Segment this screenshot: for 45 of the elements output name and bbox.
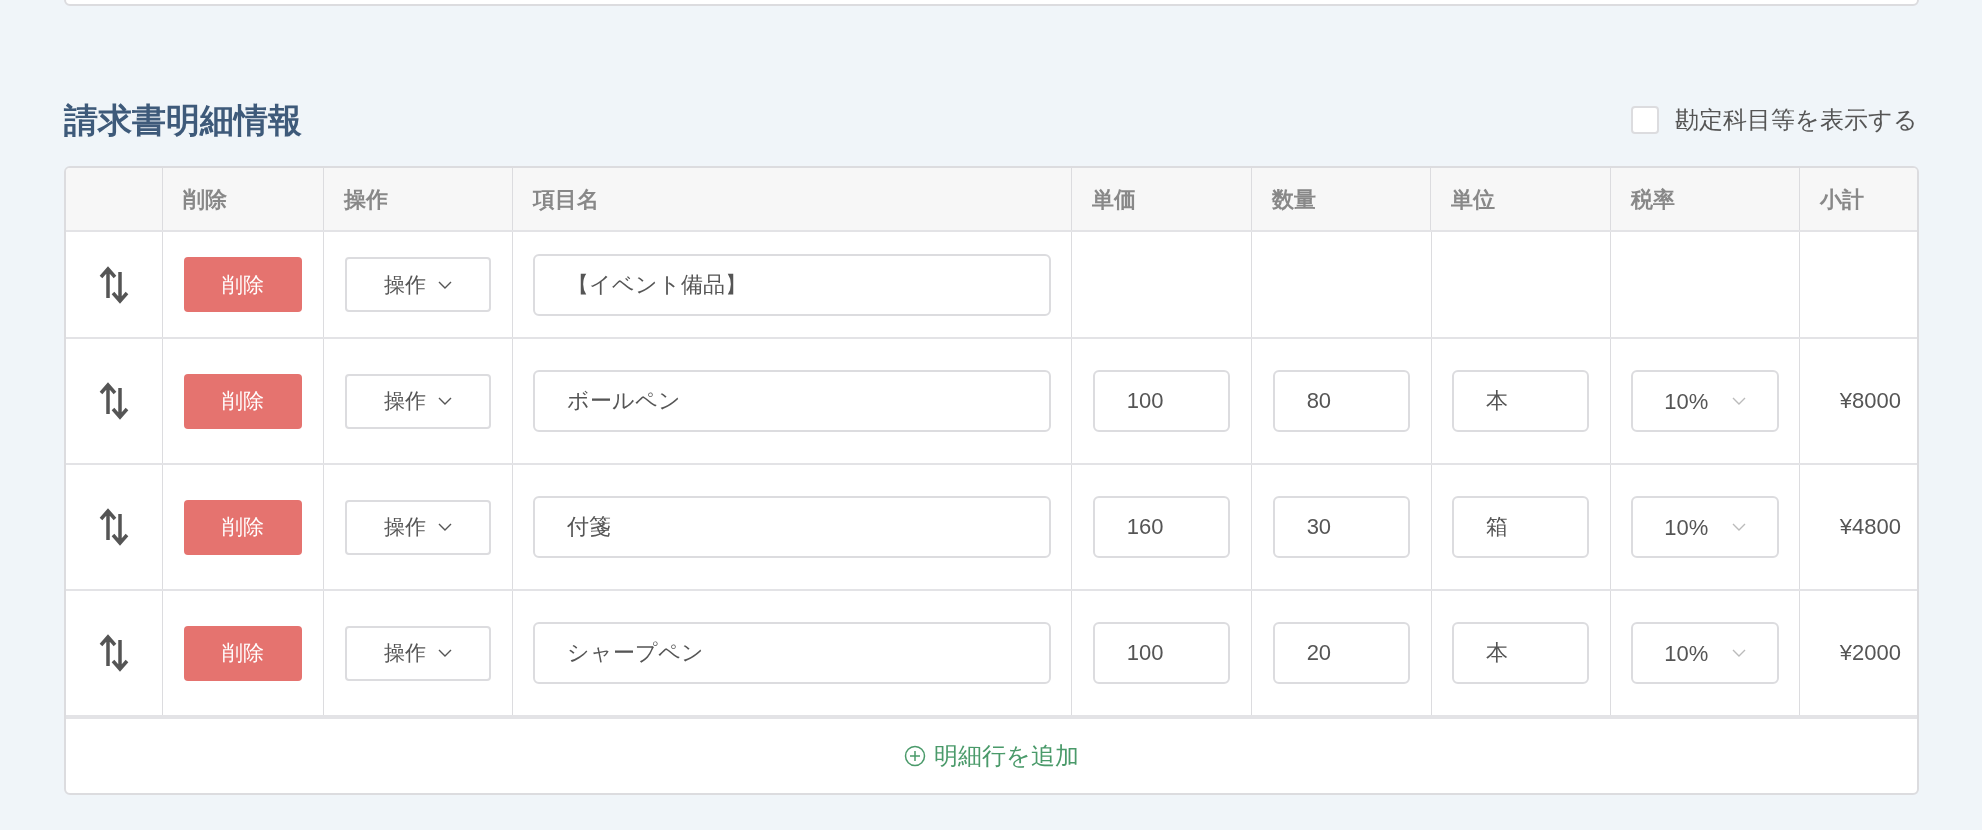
chevron-down-icon — [437, 649, 452, 657]
price-field[interactable]: 100 — [1092, 622, 1230, 684]
plus-circle-icon — [904, 745, 926, 767]
section-title: 請求書明細情報 — [64, 99, 302, 141]
action-dropdown[interactable]: 操作 — [344, 373, 491, 429]
tax-rate-dropdown[interactable]: 10% — [1631, 622, 1780, 684]
action-dropdown[interactable]: 操作 — [344, 625, 491, 681]
item-name-field[interactable]: 付箋 — [532, 496, 1051, 558]
chevron-down-icon — [1732, 523, 1747, 531]
unit-field[interactable]: 本 — [1452, 370, 1590, 432]
price-field[interactable]: 100 — [1092, 370, 1230, 432]
item-name-field[interactable]: ボールペン — [532, 370, 1051, 432]
checkbox-label: 勘定科目等を表示する — [1675, 105, 1918, 135]
quantity-field[interactable]: 80 — [1272, 370, 1410, 432]
unit-field[interactable]: 本 — [1452, 622, 1590, 684]
subtotal-text: ¥2000 — [1839, 639, 1901, 667]
column-header: 単位 — [1451, 185, 1496, 214]
chevron-down-icon — [437, 523, 452, 531]
item-name-field[interactable]: 【イベント備品】 — [532, 253, 1051, 316]
column-header: 削除 — [182, 185, 227, 214]
column-header: 操作 — [343, 185, 388, 214]
tax-rate-dropdown[interactable]: 10% — [1631, 496, 1780, 558]
column-header: 数量 — [1271, 185, 1316, 214]
quantity-field[interactable]: 20 — [1272, 622, 1410, 684]
tax-rate-dropdown[interactable]: 10% — [1631, 370, 1780, 432]
item-name-field[interactable]: シャープペン — [532, 622, 1051, 684]
reorder-arrows-icon[interactable] — [97, 632, 130, 674]
checkbox[interactable] — [1631, 106, 1659, 134]
column-header: 項目名 — [532, 185, 599, 214]
chevron-down-icon — [1732, 397, 1747, 405]
chevron-down-icon — [437, 397, 452, 405]
reorder-arrows-icon[interactable] — [97, 506, 130, 548]
subtotal-text: ¥8000 — [1839, 387, 1901, 415]
action-dropdown[interactable]: 操作 — [344, 257, 491, 312]
price-field[interactable]: 160 — [1092, 496, 1230, 558]
quantity-field[interactable]: 30 — [1272, 496, 1410, 558]
column-header: 小計 — [1820, 185, 1865, 214]
unit-field[interactable]: 箱 — [1452, 496, 1590, 558]
subtotal-text: ¥4800 — [1839, 513, 1901, 541]
chevron-down-icon — [1732, 649, 1747, 657]
chevron-down-icon — [437, 280, 452, 289]
column-header: 税率 — [1631, 185, 1676, 214]
column-header: 単価 — [1091, 185, 1136, 214]
reorder-arrows-icon[interactable] — [97, 380, 130, 422]
action-dropdown[interactable]: 操作 — [344, 499, 491, 555]
